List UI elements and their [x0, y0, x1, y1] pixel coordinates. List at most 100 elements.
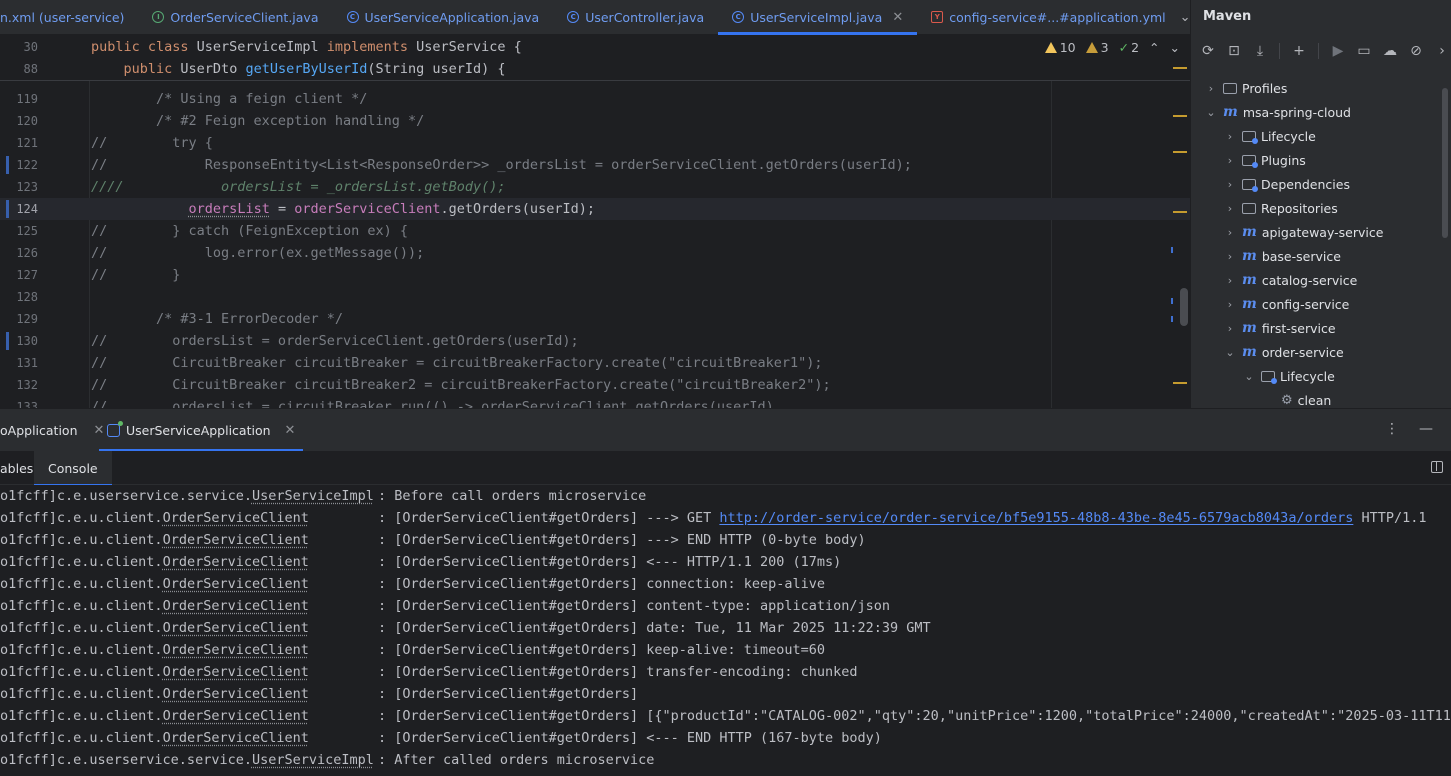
chevron-right-icon[interactable]: › — [1224, 322, 1236, 335]
sticky-line-method[interactable]: 88 public UserDto getUserByUserId(String… — [0, 58, 1190, 80]
warning-stripe-mark[interactable] — [1173, 115, 1187, 117]
vcs-change-marker[interactable] — [6, 156, 9, 174]
chevron-right-icon[interactable]: › — [1224, 226, 1236, 239]
tree-item-apigateway-service[interactable]: › m apigateway-service — [1224, 220, 1384, 244]
warning-stripe-mark[interactable] — [1173, 67, 1187, 69]
chevron-down-icon[interactable]: ⌄ — [1224, 346, 1236, 359]
skip-tests-icon[interactable]: ⊘ — [1407, 42, 1425, 60]
sticky-line-class[interactable]: 30 public class UserServiceImpl implemen… — [0, 36, 1190, 58]
chevron-right-icon[interactable]: › — [1433, 42, 1451, 60]
code-line[interactable]: 120 /* #2 Feign exception handling */ — [0, 110, 1190, 132]
logger-class[interactable]: OrderServiceClient — [163, 642, 309, 658]
tree-item-order-lifecycle[interactable]: ⌄ Lifecycle — [1243, 364, 1335, 388]
code-line[interactable]: 123 //// ordersList = _ordersList.getBod… — [0, 176, 1190, 198]
run-icon[interactable]: ▶ — [1329, 42, 1347, 60]
logger-class[interactable]: OrderServiceClient — [163, 664, 309, 680]
chevron-down-icon[interactable]: ⌄ — [1205, 106, 1217, 119]
warning-stripe-mark[interactable] — [1173, 151, 1187, 153]
editor-tab-orderserviceclient[interactable]: I OrderServiceClient.java — [138, 0, 332, 34]
tree-item-catalog-service[interactable]: › m catalog-service — [1224, 268, 1357, 292]
chevron-right-icon[interactable]: › — [1205, 82, 1217, 95]
request-url-link[interactable]: http://order-service/order-service/bf5e9… — [719, 510, 1353, 526]
console-output[interactable]: o1fcff]c.e.userservice.service.UserServi… — [0, 485, 1451, 776]
tree-item-profiles[interactable]: › Profiles — [1205, 76, 1288, 100]
logger-class[interactable]: OrderServiceClient — [163, 576, 309, 592]
editor-scrollbar[interactable] — [1180, 288, 1188, 326]
tree-item-lifecycle[interactable]: › Lifecycle — [1224, 124, 1316, 148]
chevron-right-icon[interactable]: › — [1224, 250, 1236, 263]
tree-item-repositories[interactable]: › Repositories — [1224, 196, 1338, 220]
subtab-variables[interactable]: ables — [0, 451, 33, 485]
code-line[interactable]: 131 // CircuitBreaker circuitBreaker = c… — [0, 352, 1190, 374]
warning-stripe-mark[interactable] — [1173, 382, 1187, 384]
code-line[interactable]: 133 // ordersList = circuitBreaker.run((… — [0, 396, 1190, 408]
run-tab-previous[interactable]: oApplication ✕ — [0, 409, 114, 452]
chevron-up-icon[interactable]: ⌃ — [1149, 40, 1159, 55]
tree-item-plugins[interactable]: › Plugins — [1224, 148, 1306, 172]
logger-class[interactable]: OrderServiceClient — [163, 686, 309, 702]
typos-count[interactable]: ✓ 2 — [1119, 40, 1139, 55]
weak-warnings-count[interactable]: 3 — [1085, 40, 1109, 55]
download-icon[interactable]: ⤓ — [1251, 42, 1269, 60]
chevron-right-icon[interactable]: › — [1224, 274, 1236, 287]
logger-class[interactable]: OrderServiceClient — [163, 532, 309, 548]
code-line[interactable]: 119 /* Using a feign client */ — [0, 88, 1190, 110]
code-line[interactable]: 126 // log.error(ex.getMessage()); — [0, 242, 1190, 264]
maven-scrollbar[interactable] — [1442, 88, 1448, 238]
inspection-widget[interactable]: 10 3 ✓ 2 ⌃ ⌄ — [1044, 40, 1180, 55]
tree-item-dependencies[interactable]: › Dependencies — [1224, 172, 1350, 196]
change-stripe-mark[interactable] — [1171, 298, 1173, 304]
chevron-down-icon[interactable]: ⌄ — [1180, 10, 1191, 25]
vcs-change-marker[interactable] — [6, 332, 9, 350]
tree-item-msa-spring-cloud[interactable]: ⌄ m msa-spring-cloud — [1205, 100, 1351, 124]
logger-class[interactable]: OrderServiceClient — [163, 730, 309, 746]
chevron-right-icon[interactable]: › — [1224, 130, 1236, 143]
tree-item-config-service[interactable]: › m config-service — [1224, 292, 1350, 316]
run-tab-userserviceapplication[interactable]: UserServiceApplication ✕ — [99, 409, 304, 452]
logger-class[interactable]: OrderServiceClient — [163, 598, 309, 614]
chevron-right-icon[interactable]: › — [1224, 298, 1236, 311]
logger-class[interactable]: OrderServiceClient — [163, 708, 309, 724]
logger-class[interactable]: OrderServiceClient — [163, 620, 309, 636]
chevron-down-icon[interactable]: ⌄ — [1170, 40, 1180, 55]
vcs-change-marker[interactable] — [6, 200, 9, 218]
offline-mode-icon[interactable]: ☁ — [1381, 42, 1399, 60]
chevron-down-icon[interactable]: ⌄ — [1243, 370, 1255, 383]
code-line[interactable]: 132 // CircuitBreaker circuitBreaker2 = … — [0, 374, 1190, 396]
warnings-count[interactable]: 10 — [1044, 40, 1076, 55]
tree-item-clean[interactable]: ⚙ clean — [1281, 388, 1331, 408]
close-icon[interactable]: ✕ — [892, 10, 903, 25]
minimize-icon[interactable]: — — [1419, 421, 1433, 437]
logger-class[interactable]: UserServiceImpl — [252, 488, 374, 504]
code-line[interactable]: 121 // try { — [0, 132, 1190, 154]
reload-icon[interactable]: ⟳ — [1199, 42, 1217, 60]
editor-tab-application-yml[interactable]: Y config-service#...#application.yml — [917, 0, 1179, 34]
layout-settings-icon[interactable] — [1431, 461, 1443, 473]
code-line[interactable]: 128 — [0, 286, 1190, 308]
logger-class[interactable]: OrderServiceClient — [163, 510, 309, 526]
editor-tab-usercontroller[interactable]: C UserController.java — [553, 0, 718, 34]
code-line[interactable]: 129 /* #3-1 ErrorDecoder */ — [0, 308, 1190, 330]
editor-tab-userserviceimpl[interactable]: C UserServiceImpl.java ✕ — [718, 0, 918, 35]
more-options-icon[interactable]: ⋮ — [1385, 421, 1399, 437]
logger-class[interactable]: UserServiceImpl — [252, 752, 374, 768]
logger-class[interactable]: OrderServiceClient — [163, 554, 309, 570]
add-icon[interactable]: + — [1290, 42, 1308, 60]
tree-item-order-service[interactable]: ⌄ m order-service — [1224, 340, 1343, 364]
chevron-right-icon[interactable]: › — [1224, 178, 1236, 191]
execute-goal-icon[interactable]: ▭ — [1355, 42, 1373, 60]
chevron-right-icon[interactable]: › — [1224, 202, 1236, 215]
editor-tab-userserviceapplication[interactable]: C UserServiceApplication.java — [333, 0, 554, 34]
code-line[interactable]: 125 // } catch (FeignException ex) { — [0, 220, 1190, 242]
close-icon[interactable]: ✕ — [285, 423, 296, 438]
tree-item-base-service[interactable]: › m base-service — [1224, 244, 1341, 268]
subtab-console[interactable]: Console — [34, 451, 112, 486]
warning-stripe-mark[interactable] — [1173, 211, 1187, 213]
code-line[interactable]: 127 // } — [0, 264, 1190, 286]
folder-add-icon[interactable]: ⊡ — [1225, 42, 1243, 60]
code-line-current[interactable]: 124 ordersList = orderServiceClient.getO… — [0, 198, 1190, 220]
tree-item-first-service[interactable]: › m first-service — [1224, 316, 1336, 340]
code-line[interactable]: 122 // ResponseEntity<List<ResponseOrder… — [0, 154, 1190, 176]
code-editor[interactable]: 30 public class UserServiceImpl implemen… — [0, 36, 1190, 408]
code-line[interactable]: 130 // ordersList = orderServiceClient.g… — [0, 330, 1190, 352]
